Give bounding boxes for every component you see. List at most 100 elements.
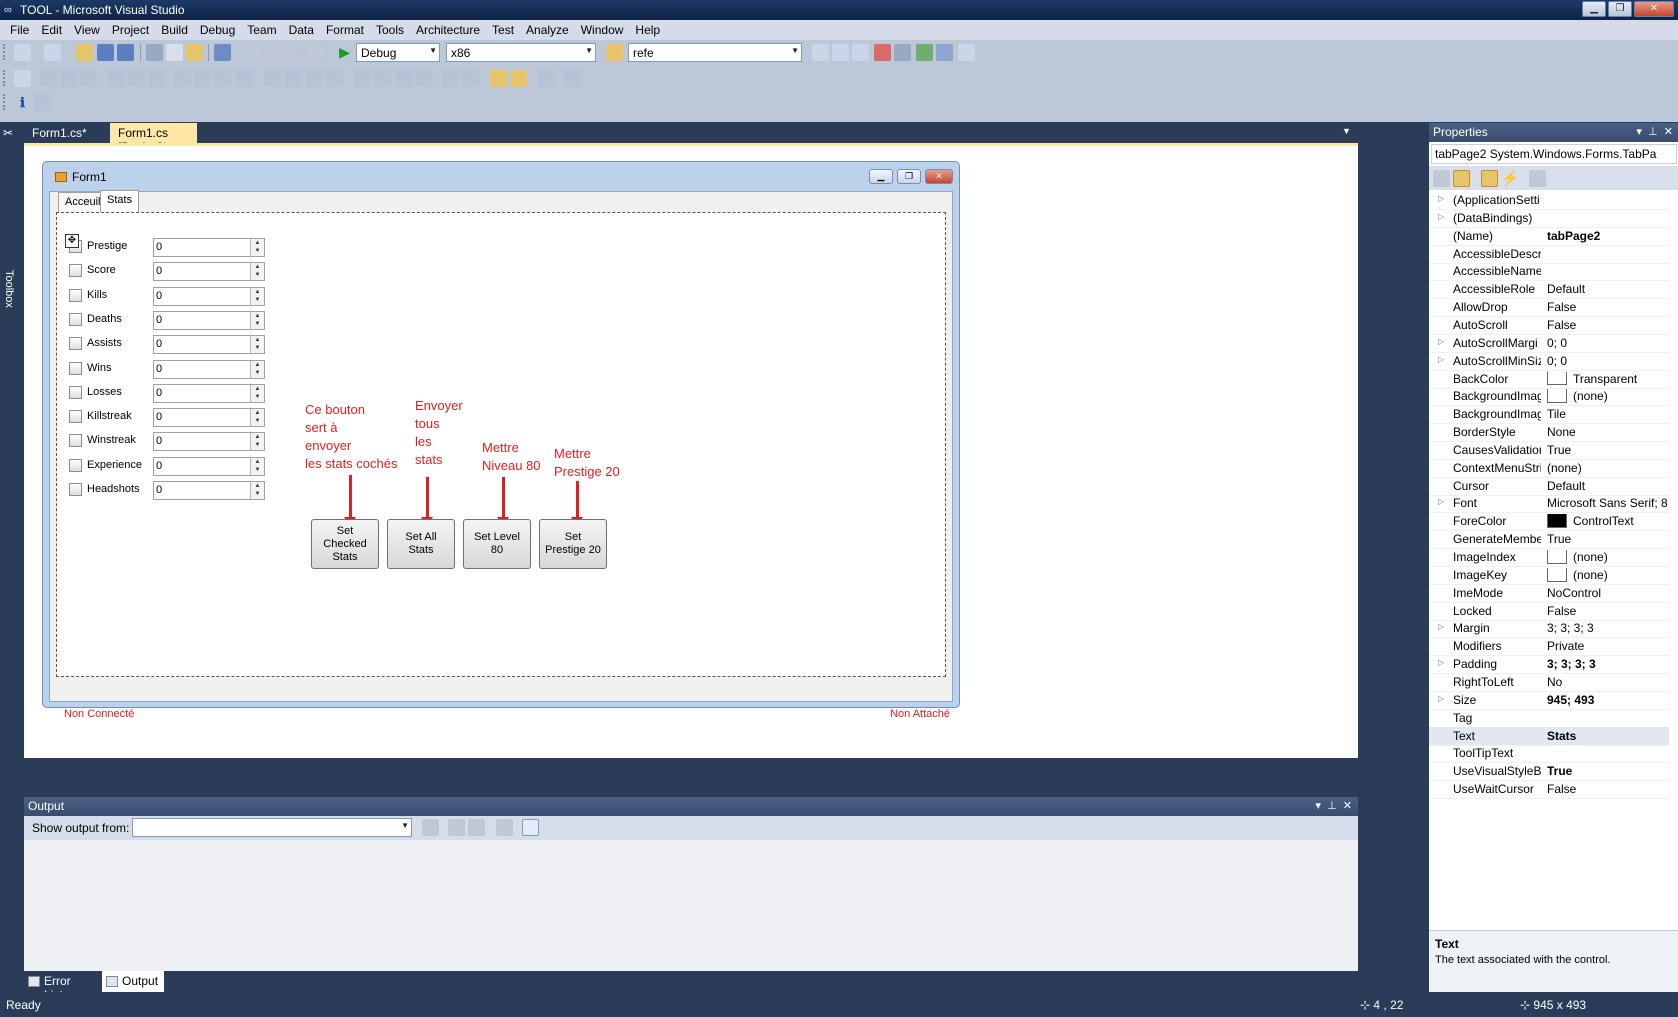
move-handle-icon[interactable]: ✥: [65, 234, 79, 248]
form-minimize-button[interactable]: ▁: [869, 169, 893, 184]
property-value[interactable]: (none): [1547, 461, 1669, 475]
tab-form1-design[interactable]: Form1.cs [Design]*✕: [110, 123, 197, 154]
navigate-backward-icon[interactable]: [280, 44, 297, 61]
undo-icon[interactable]: [214, 44, 231, 61]
object-selector[interactable]: tabPage2 System.Windows.Forms.TabPa: [1431, 144, 1677, 164]
remove-vertical-spacing-icon[interactable]: [416, 70, 433, 87]
property-value[interactable]: Default: [1547, 479, 1669, 493]
toolbar-grip[interactable]: [3, 94, 7, 110]
property-row[interactable]: AccessibleDescri: [1429, 245, 1669, 264]
expand-icon[interactable]: ▷: [1438, 694, 1444, 703]
spinner-arrows-icon[interactable]: ▲ ▼: [250, 384, 264, 402]
stat-checkbox[interactable]: [69, 361, 82, 375]
vertical-spacing-icon[interactable]: [354, 70, 371, 87]
solution-configuration-combo[interactable]: Debug ▼: [356, 43, 440, 62]
expand-icon[interactable]: ▷: [1438, 658, 1444, 667]
size-to-grid-icon[interactable]: [236, 70, 253, 87]
property-row[interactable]: ImageKey (none): [1429, 566, 1669, 585]
solution-explorer-icon[interactable]: [812, 44, 829, 61]
copy-icon[interactable]: [166, 44, 183, 61]
auto-hide-pin-icon[interactable]: ⊥: [1327, 800, 1337, 812]
spinner-arrows-icon[interactable]: ▲ ▼: [250, 457, 264, 475]
property-row[interactable]: AllowDrop False: [1429, 298, 1669, 318]
navigate-forward-icon[interactable]: [306, 44, 323, 61]
output-text-area[interactable]: [24, 840, 1358, 971]
property-value[interactable]: Microsoft Sans Serif; 8,2: [1547, 496, 1669, 510]
save-all-icon[interactable]: [117, 44, 134, 61]
increase-vertical-spacing-icon[interactable]: [374, 70, 391, 87]
make-same-height-icon[interactable]: [194, 70, 211, 87]
align-tops-icon[interactable]: [108, 70, 125, 87]
property-row[interactable]: GenerateMembe True: [1429, 530, 1669, 550]
property-row[interactable]: BackgroundImag (none): [1429, 387, 1669, 407]
alphabetical-icon[interactable]: [1453, 170, 1470, 187]
property-row[interactable]: ToolTipText: [1429, 744, 1669, 764]
property-row[interactable]: AutoScroll False: [1429, 316, 1669, 335]
minimize-button[interactable]: ▁: [1582, 1, 1606, 17]
bring-to-front-icon[interactable]: [490, 70, 507, 87]
property-value[interactable]: (none): [1547, 389, 1669, 403]
menu-analyze[interactable]: Analyze: [520, 23, 575, 37]
form-close-button[interactable]: ✕: [925, 169, 953, 184]
property-value[interactable]: True: [1547, 764, 1669, 778]
spinner-arrows-icon[interactable]: ▲ ▼: [250, 409, 264, 427]
expand-icon[interactable]: ▷: [1438, 212, 1444, 221]
horizontal-spacing-icon[interactable]: [264, 70, 281, 87]
stat-checkbox[interactable]: [69, 483, 82, 496]
expand-icon[interactable]: ▷: [1438, 497, 1444, 506]
form-maximize-button[interactable]: ❐: [897, 169, 921, 184]
increase-horizontal-spacing-icon[interactable]: [284, 70, 301, 87]
tools-icon[interactable]: [894, 44, 911, 61]
auto-hide-pin-icon[interactable]: ⊥: [1648, 126, 1658, 138]
extension-manager-icon[interactable]: [936, 44, 953, 61]
spinner-arrows-icon[interactable]: ▲ ▼: [250, 239, 264, 256]
toolbar-grip[interactable]: [3, 70, 7, 86]
align-rights-icon[interactable]: [80, 70, 97, 87]
stat-value-input[interactable]: 0 ▲ ▼: [153, 286, 265, 306]
menu-view[interactable]: View: [68, 23, 106, 37]
menu-help[interactable]: Help: [629, 23, 666, 37]
form-window[interactable]: Form1 ▁ ❐ ✕ Acceuil Stats Prestige 0 ▲ ▼ Sco…: [42, 161, 960, 720]
spinner-arrows-icon[interactable]: ▲ ▼: [250, 263, 264, 281]
property-value[interactable]: NoControl: [1547, 586, 1669, 600]
property-row[interactable]: ContextMenuStri (none): [1429, 459, 1669, 478]
stat-checkbox[interactable]: [69, 410, 82, 424]
toolbox-icon[interactable]: [874, 44, 891, 61]
stat-value-input[interactable]: 0 ▲ ▼: [153, 335, 265, 355]
property-value[interactable]: 0; 0: [1547, 336, 1669, 350]
menu-team[interactable]: Team: [241, 23, 282, 37]
spinner-arrows-icon[interactable]: ▲ ▼: [250, 336, 264, 354]
property-value[interactable]: False: [1547, 300, 1669, 314]
solution-platform-combo[interactable]: x86 ▼: [446, 43, 596, 62]
tab-output[interactable]: Output: [102, 971, 165, 992]
menu-project[interactable]: Project: [106, 23, 155, 37]
property-value[interactable]: False: [1547, 604, 1669, 618]
property-value[interactable]: False: [1547, 318, 1669, 332]
property-row[interactable]: ▷ AutoScrollMargi 0; 0: [1429, 334, 1669, 353]
set-level-80-button[interactable]: Set Level 80: [463, 519, 531, 569]
object-browser-icon[interactable]: [852, 44, 869, 61]
property-row[interactable]: (Name) tabPage2: [1429, 227, 1669, 246]
spinner-arrows-icon[interactable]: ▲ ▼: [250, 433, 264, 451]
stat-value-input[interactable]: 0 ▲ ▼: [153, 238, 265, 257]
menu-window[interactable]: Window: [575, 23, 630, 37]
property-row[interactable]: ▷ (ApplicationSetti: [1429, 191, 1669, 210]
menu-edit[interactable]: Edit: [35, 23, 68, 37]
redo-icon[interactable]: [246, 44, 263, 61]
new-project-icon[interactable]: [14, 44, 31, 61]
property-value[interactable]: (none): [1547, 550, 1669, 564]
center-horizontally-icon[interactable]: [442, 70, 459, 87]
set-prestige-20-button[interactable]: Set Prestige 20: [539, 519, 607, 569]
stat-checkbox[interactable]: [69, 434, 82, 448]
property-value[interactable]: True: [1547, 532, 1669, 546]
menu-test[interactable]: Test: [486, 23, 520, 37]
toolbar-grip[interactable]: [3, 44, 7, 60]
close-icon[interactable]: ✕: [1343, 800, 1352, 812]
align-lefts-icon[interactable]: [40, 70, 57, 87]
property-row[interactable]: Modifiers Private: [1429, 637, 1669, 657]
paste-icon[interactable]: [186, 44, 203, 61]
stat-value-input[interactable]: 0 ▲ ▼: [153, 456, 265, 476]
property-row[interactable]: AccessibleRole Default: [1429, 280, 1669, 300]
property-row[interactable]: ImageIndex (none): [1429, 548, 1669, 567]
stat-value-input[interactable]: 0 ▲ ▼: [153, 432, 265, 452]
